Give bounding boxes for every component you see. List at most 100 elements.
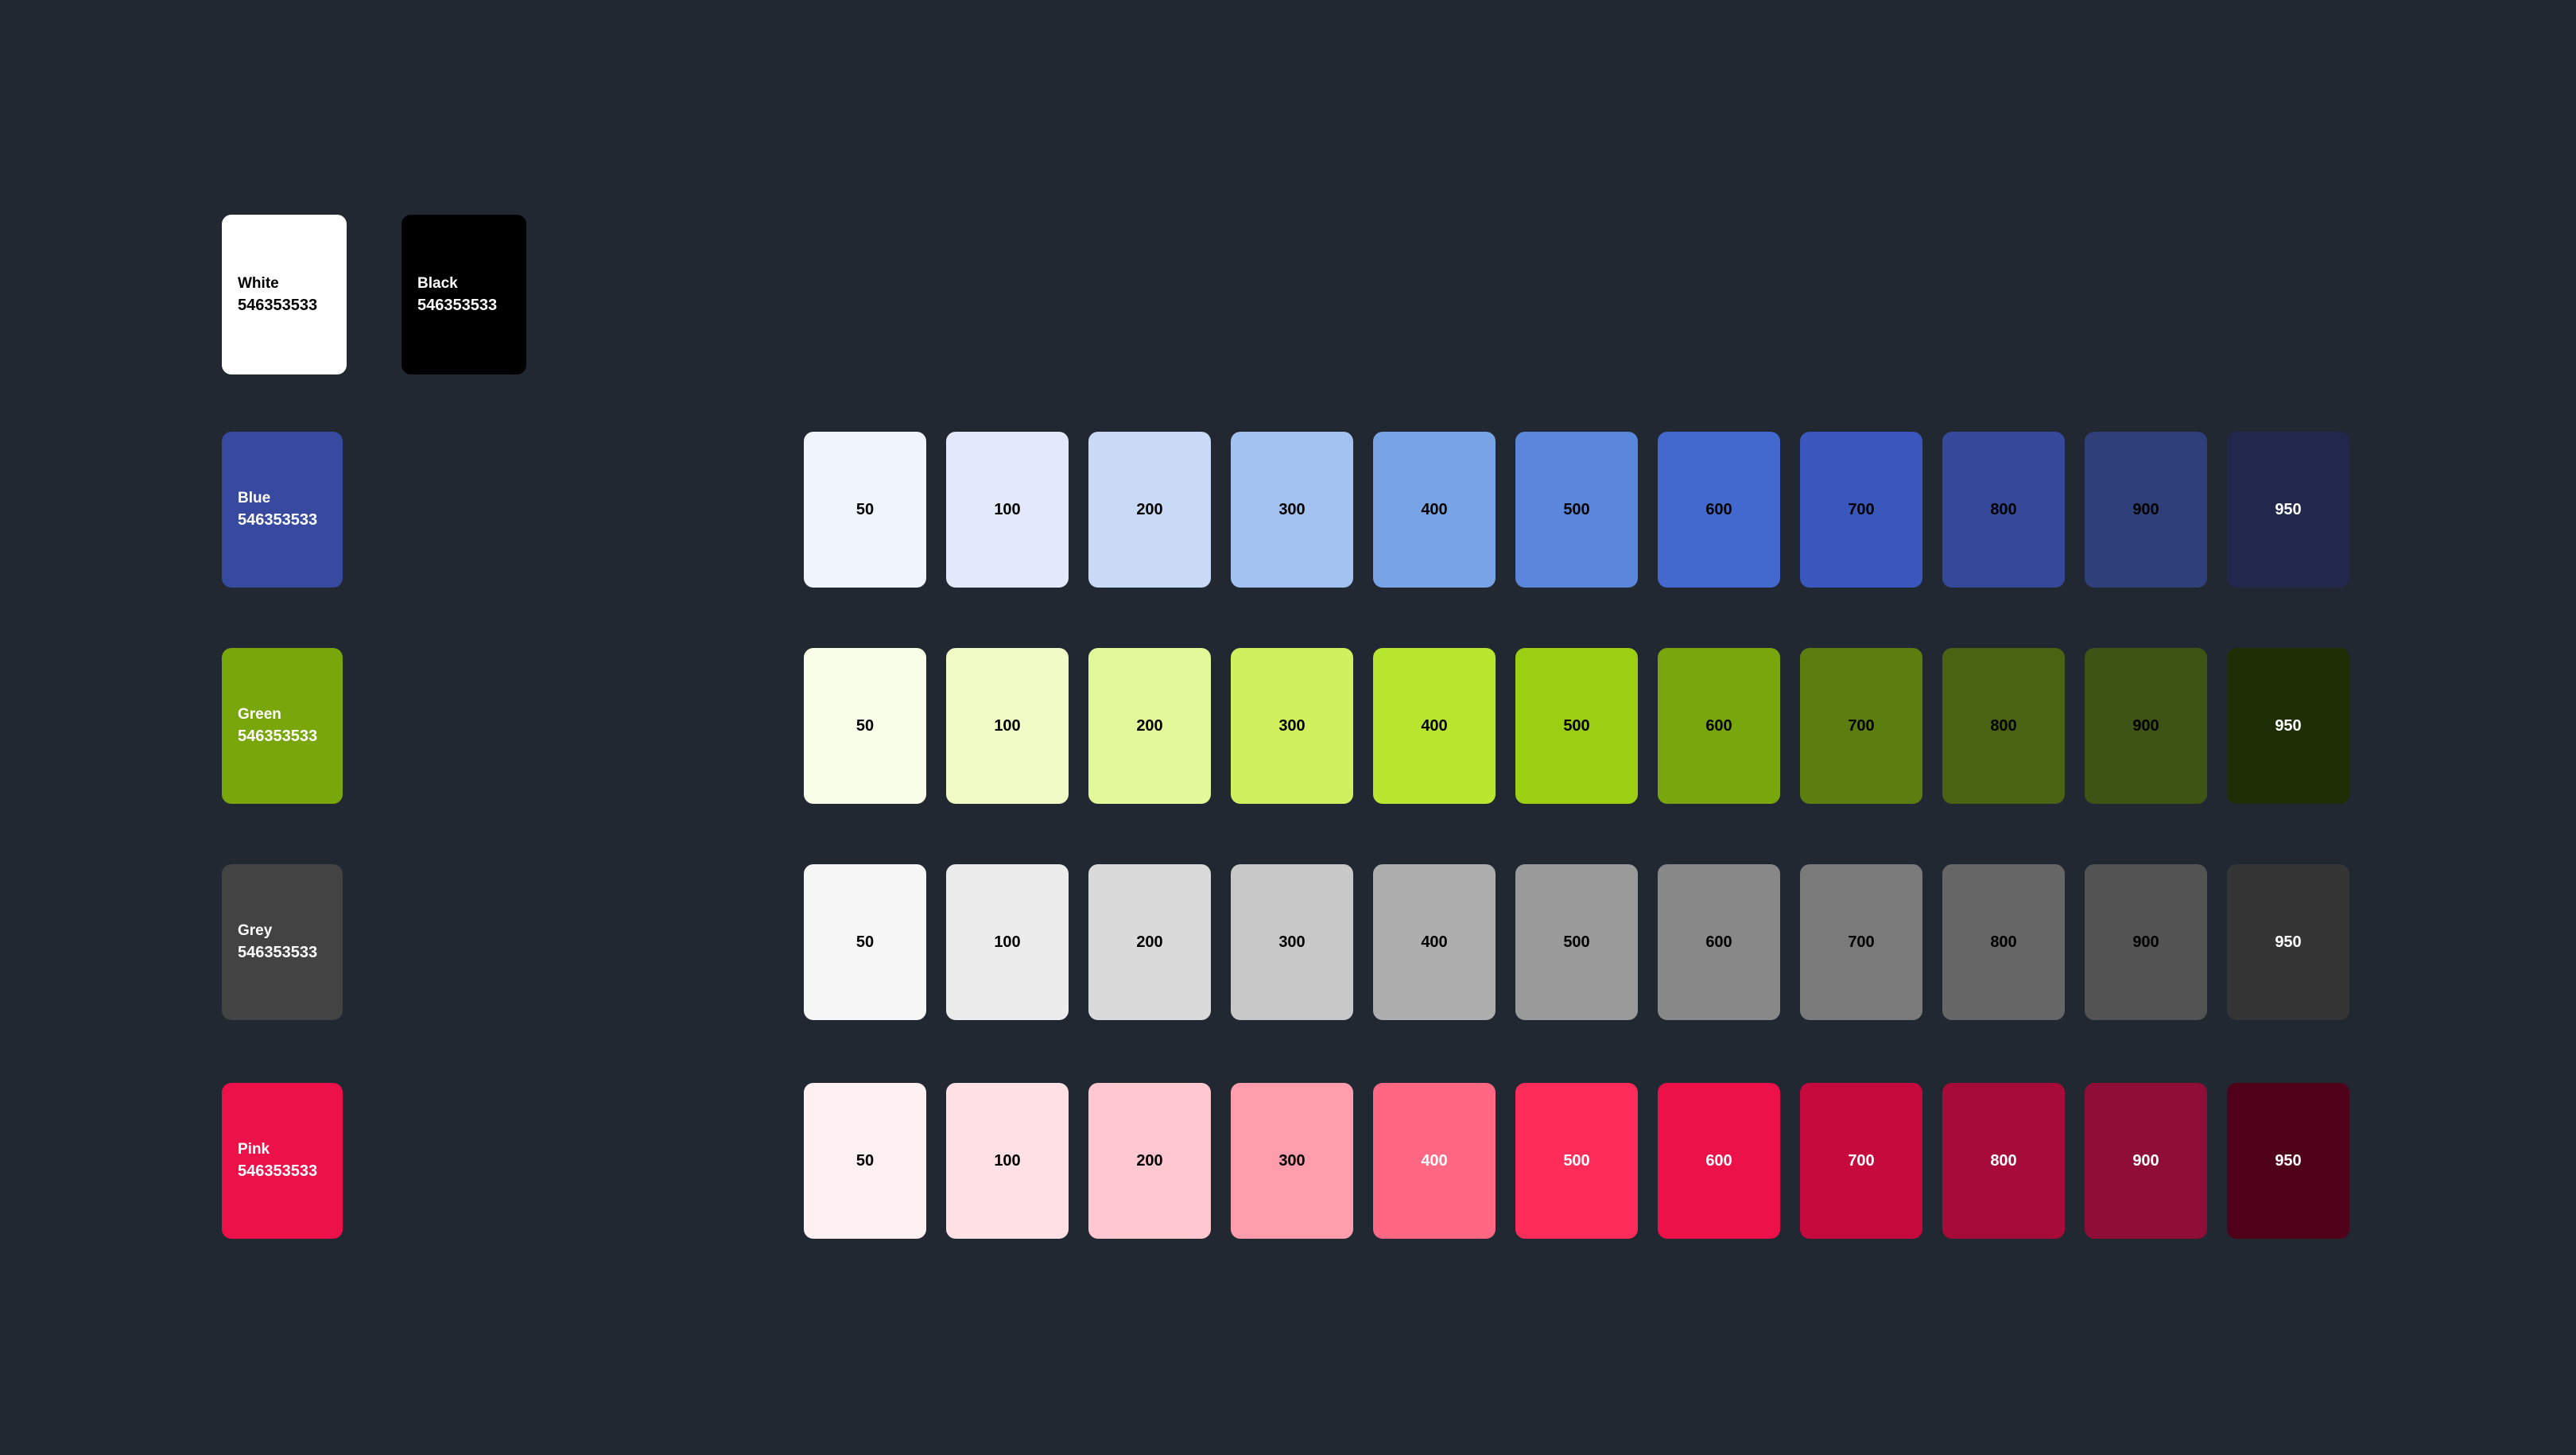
shade-label: 300: [1278, 716, 1305, 735]
shade-swatch-pink-400[interactable]: 400: [1373, 1083, 1496, 1239]
shade-swatch-blue-50[interactable]: 50: [804, 432, 926, 588]
shade-label: 950: [2275, 716, 2302, 735]
shade-label: 400: [1421, 500, 1448, 518]
shade-label: 50: [855, 1151, 875, 1170]
shade-swatch-blue-950[interactable]: 950: [2227, 432, 2349, 588]
swatch-name: Blue: [238, 490, 271, 506]
swatch-name: White: [238, 274, 279, 292]
shade-swatch-green-600[interactable]: 600: [1658, 648, 1780, 804]
basic-swatch-black[interactable]: Black 546353533: [402, 215, 526, 374]
shade-label: 400: [1421, 933, 1448, 951]
shade-swatch-blue-700[interactable]: 700: [1800, 432, 1922, 588]
palette-swatch-pink[interactable]: Pink 546353533: [222, 1083, 343, 1239]
shade-label: 700: [1848, 1151, 1875, 1170]
shade-swatch-blue-600[interactable]: 600: [1658, 432, 1780, 588]
shade-label: 50: [855, 716, 875, 735]
shade-swatch-grey-900[interactable]: 900: [2085, 864, 2207, 1020]
basic-swatch-white[interactable]: White 546353533: [222, 215, 347, 374]
swatch-name: Black: [417, 274, 458, 292]
shade-label: 950: [2275, 1151, 2302, 1170]
shade-swatch-pink-100[interactable]: 100: [946, 1083, 1069, 1239]
shade-label: 500: [1563, 933, 1590, 951]
shade-label: 950: [2275, 933, 2302, 951]
palette-swatch-grey[interactable]: Grey 546353533: [222, 864, 343, 1020]
shade-swatch-pink-700[interactable]: 700: [1800, 1083, 1922, 1239]
shade-label: 300: [1278, 933, 1305, 951]
shade-label: 600: [1705, 716, 1732, 735]
shade-swatch-green-200[interactable]: 200: [1088, 648, 1211, 804]
shade-swatch-green-50[interactable]: 50: [804, 648, 926, 804]
color-palette-canvas: White 546353533 Black 546353533 Blue 546…: [0, 0, 2576, 1455]
shade-label: 700: [1848, 933, 1875, 951]
shade-label: 400: [1421, 716, 1448, 735]
shade-swatch-pink-800[interactable]: 800: [1942, 1083, 2065, 1239]
shade-swatch-grey-950[interactable]: 950: [2227, 864, 2349, 1020]
shade-label: 500: [1563, 1151, 1590, 1170]
shade-swatch-green-500[interactable]: 500: [1515, 648, 1638, 804]
shade-swatch-grey-100[interactable]: 100: [946, 864, 1069, 1020]
shade-label: 800: [1990, 716, 2017, 735]
shade-swatch-green-300[interactable]: 300: [1231, 648, 1353, 804]
shade-label: 800: [1990, 500, 2017, 518]
palette-swatch-green[interactable]: Green 546353533: [222, 648, 343, 804]
shade-swatch-blue-300[interactable]: 300: [1231, 432, 1353, 588]
palette-swatch-blue[interactable]: Blue 546353533: [222, 432, 343, 588]
shade-swatch-blue-500[interactable]: 500: [1515, 432, 1638, 588]
swatch-code: 546353533: [238, 944, 318, 961]
shade-label: 700: [1848, 716, 1875, 735]
shade-label: 600: [1705, 1151, 1732, 1170]
shade-label: 950: [2275, 500, 2302, 518]
shade-swatch-pink-300[interactable]: 300: [1231, 1083, 1353, 1239]
shade-label: 100: [994, 500, 1021, 518]
shade-swatch-pink-950[interactable]: 950: [2227, 1083, 2349, 1239]
swatch-code: 546353533: [238, 728, 318, 745]
shade-label: 100: [994, 1151, 1021, 1170]
shade-swatch-green-950[interactable]: 950: [2227, 648, 2349, 804]
shade-label: 900: [2132, 500, 2159, 518]
shade-label: 100: [994, 716, 1021, 735]
swatch-code: 546353533: [238, 1162, 318, 1180]
shade-swatch-green-800[interactable]: 800: [1942, 648, 2065, 804]
shade-label: 400: [1421, 1151, 1448, 1170]
shade-label: 800: [1990, 933, 2017, 951]
shade-swatch-grey-800[interactable]: 800: [1942, 864, 2065, 1020]
shade-swatch-pink-600[interactable]: 600: [1658, 1083, 1780, 1239]
shade-label: 800: [1990, 1151, 2017, 1170]
shade-label: 200: [1136, 716, 1163, 735]
shade-swatch-blue-800[interactable]: 800: [1942, 432, 2065, 588]
shade-swatch-grey-700[interactable]: 700: [1800, 864, 1922, 1020]
shade-swatch-grey-500[interactable]: 500: [1515, 864, 1638, 1020]
shade-swatch-grey-200[interactable]: 200: [1088, 864, 1211, 1020]
shade-swatch-blue-200[interactable]: 200: [1088, 432, 1211, 588]
shade-swatch-grey-400[interactable]: 400: [1373, 864, 1496, 1020]
shade-label: 600: [1705, 933, 1732, 951]
shade-swatch-grey-50[interactable]: 50: [804, 864, 926, 1020]
shade-label: 900: [2132, 716, 2159, 735]
swatch-name: Pink: [238, 1141, 270, 1158]
swatch-code: 546353533: [238, 511, 318, 529]
shade-label: 500: [1563, 500, 1590, 518]
shade-swatch-pink-200[interactable]: 200: [1088, 1083, 1211, 1239]
shade-label: 200: [1136, 1151, 1163, 1170]
shade-swatch-pink-50[interactable]: 50: [804, 1083, 926, 1239]
swatch-name: Grey: [238, 922, 273, 939]
swatch-code: 546353533: [417, 296, 498, 314]
shade-swatch-grey-600[interactable]: 600: [1658, 864, 1780, 1020]
shade-label: 300: [1278, 500, 1305, 518]
shade-swatch-green-700[interactable]: 700: [1800, 648, 1922, 804]
shade-label: 900: [2132, 933, 2159, 951]
shade-swatch-green-100[interactable]: 100: [946, 648, 1069, 804]
shade-label: 200: [1136, 500, 1163, 518]
shade-swatch-blue-100[interactable]: 100: [946, 432, 1069, 588]
shade-label: 100: [994, 933, 1021, 951]
swatch-code: 546353533: [238, 296, 318, 314]
shade-swatch-blue-900[interactable]: 900: [2085, 432, 2207, 588]
shade-swatch-blue-400[interactable]: 400: [1373, 432, 1496, 588]
shade-swatch-pink-900[interactable]: 900: [2085, 1083, 2207, 1239]
shade-swatch-grey-300[interactable]: 300: [1231, 864, 1353, 1020]
shade-swatch-green-900[interactable]: 900: [2085, 648, 2207, 804]
shade-label: 500: [1563, 716, 1590, 735]
shade-swatch-pink-500[interactable]: 500: [1515, 1083, 1638, 1239]
shade-swatch-green-400[interactable]: 400: [1373, 648, 1496, 804]
shade-label: 700: [1848, 500, 1875, 518]
